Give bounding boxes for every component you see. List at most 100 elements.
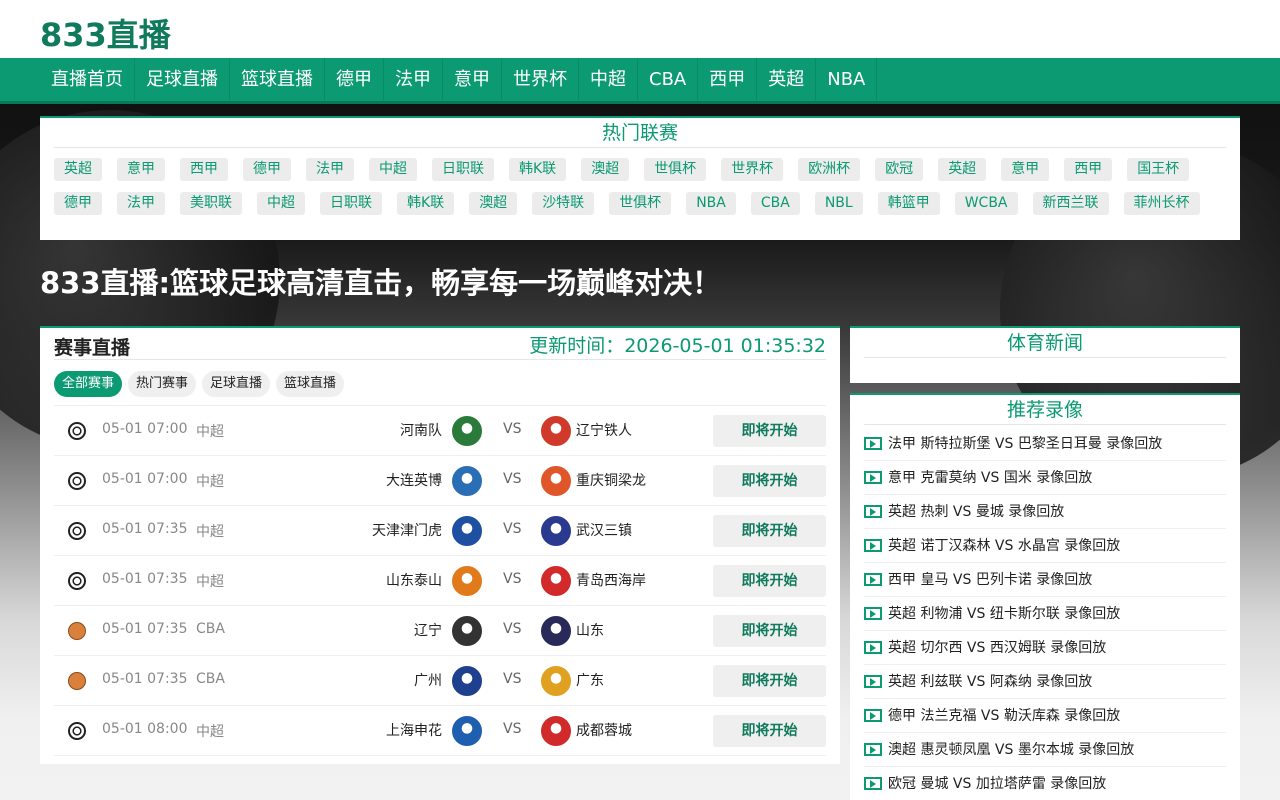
- away-team-logo-icon: [541, 516, 571, 546]
- recording-item[interactable]: 英超 利兹联 VS 阿森纳 录像回放: [864, 665, 1226, 699]
- league-tag[interactable]: 意甲: [1001, 158, 1050, 181]
- league-tag[interactable]: 日职联: [432, 158, 494, 181]
- league-tag[interactable]: 欧洲杯: [798, 158, 861, 181]
- league-tag[interactable]: 世俱杯: [609, 192, 672, 215]
- league-tag[interactable]: 中超: [369, 158, 417, 181]
- match-row[interactable]: 05-01 07:35 CBA 辽宁 VS 山东 即将开始: [54, 606, 826, 656]
- match-time: 05-01 08:00: [102, 721, 188, 737]
- league-tag[interactable]: 中超: [257, 192, 305, 215]
- match-league: CBA: [196, 671, 225, 687]
- recording-item[interactable]: 英超 热刺 VS 曼城 录像回放: [864, 495, 1226, 529]
- league-tag[interactable]: 世俱杯: [644, 158, 707, 181]
- away-team-name: 青岛西海岸: [576, 573, 646, 589]
- match-row[interactable]: 05-01 07:35 CBA 广州 VS 广东 即将开始: [54, 656, 826, 706]
- league-tag[interactable]: 欧冠: [875, 158, 924, 181]
- nav-item[interactable]: 足球直播: [135, 58, 230, 101]
- recording-item[interactable]: 英超 利物浦 VS 纽卡斯尔联 录像回放: [864, 597, 1226, 631]
- nav-item[interactable]: 德甲: [325, 58, 384, 101]
- league-tag[interactable]: 法甲: [306, 158, 354, 181]
- league-tag[interactable]: WCBA: [954, 192, 1018, 215]
- match-row[interactable]: 05-01 07:35 中超 天津津门虎 VS 武汉三镇 即将开始: [54, 506, 826, 556]
- hot-leagues-row: 德甲 法甲 美职联 中超 日职联 韩K联 澳超 沙特联 世俱杯 NBA CBA NBL 韩篮甲 WCBA 新…: [40, 192, 1240, 215]
- recording-item[interactable]: 英超 切尔西 VS 西汉姆联 录像回放: [864, 631, 1226, 665]
- nav-item[interactable]: 西甲: [698, 58, 758, 101]
- match-time: 05-01 07:35: [102, 621, 188, 637]
- hot-leagues-title: 热门联赛: [54, 118, 1226, 148]
- league-tag[interactable]: CBA: [750, 192, 800, 215]
- league-tag[interactable]: 韩K联: [509, 158, 567, 181]
- filter-tab[interactable]: 足球直播: [202, 371, 271, 397]
- filter-tab[interactable]: 篮球直播: [276, 371, 345, 397]
- recording-item[interactable]: 西甲 皇马 VS 巴列卡诺 录像回放: [864, 563, 1226, 597]
- league-tag[interactable]: NBA: [686, 192, 736, 215]
- league-tag[interactable]: 德甲: [54, 192, 102, 215]
- match-row[interactable]: 05-01 07:35 中超 山东泰山 VS 青岛西海岸 即将开始: [54, 556, 826, 606]
- away-team-logo-icon: [541, 616, 571, 646]
- recording-item[interactable]: 英超 诺丁汉森林 VS 水晶宫 录像回放: [864, 529, 1226, 563]
- league-tag[interactable]: 沙特联: [532, 192, 595, 215]
- match-status-button[interactable]: 即将开始: [713, 465, 826, 497]
- home-team-name: 河南队: [400, 423, 442, 439]
- league-tag[interactable]: 菲州长杯: [1123, 192, 1200, 215]
- recording-item[interactable]: 德甲 法兰克福 VS 勒沃库森 录像回放: [864, 699, 1226, 733]
- nav-item[interactable]: 英超: [757, 58, 817, 101]
- match-time: 05-01 07:00: [102, 471, 188, 487]
- league-tag[interactable]: 西甲: [180, 158, 228, 181]
- league-tag[interactable]: 西甲: [1064, 158, 1113, 181]
- nav-item[interactable]: NBA: [816, 58, 878, 101]
- recording-item[interactable]: 澳超 惠灵顿凤凰 VS 墨尔本城 录像回放: [864, 733, 1226, 767]
- filter-tab[interactable]: 热门赛事: [128, 371, 197, 397]
- match-row[interactable]: 05-01 07:00 中超 河南队 VS 辽宁铁人 即将开始: [54, 406, 826, 456]
- vs-label: VS: [503, 421, 522, 437]
- league-tag[interactable]: 韩篮甲: [877, 192, 940, 215]
- match-row[interactable]: 05-01 08:00 中超 上海申花 VS 成都蓉城 即将开始: [54, 706, 826, 756]
- match-league: 中超: [196, 724, 224, 740]
- recordings-list: 法甲 斯特拉斯堡 VS 巴黎圣日耳曼 录像回放 意甲 克雷莫纳 VS 国米 录像回…: [864, 427, 1226, 800]
- match-status-button[interactable]: 即将开始: [713, 565, 826, 597]
- recording-item[interactable]: 意甲 克雷莫纳 VS 国米 录像回放: [864, 461, 1226, 495]
- league-tag[interactable]: NBL: [814, 192, 863, 215]
- nav-item[interactable]: 法甲: [384, 58, 443, 101]
- match-status-button[interactable]: 即将开始: [713, 715, 826, 747]
- match-status-button[interactable]: 即将开始: [713, 415, 826, 447]
- match-status-button[interactable]: 即将开始: [713, 665, 826, 697]
- recording-label: 英超 利兹联 VS 阿森纳 录像回放: [888, 673, 1093, 690]
- league-tag[interactable]: 英超: [54, 158, 102, 181]
- live-matches-panel: 赛事直播 更新时间：2026-05-01 01:35:32 全部赛事 热门赛事 足球…: [40, 326, 840, 764]
- match-row[interactable]: 05-01 07:00 中超 大连英博 VS 重庆铜梁龙 即将开始: [54, 456, 826, 506]
- vs-label: VS: [503, 721, 522, 737]
- recording-label: 澳超 惠灵顿凤凰 VS 墨尔本城 录像回放: [888, 741, 1135, 758]
- league-tag[interactable]: 日职联: [320, 192, 382, 215]
- league-tag[interactable]: 国王杯: [1127, 158, 1190, 181]
- filter-tab[interactable]: 全部赛事: [54, 371, 123, 397]
- soccer-ball-icon: [68, 722, 86, 740]
- league-tag[interactable]: 澳超: [469, 192, 518, 215]
- nav-item[interactable]: 世界杯: [502, 58, 579, 101]
- league-tag[interactable]: 美职联: [180, 192, 242, 215]
- nav-item[interactable]: 中超: [579, 58, 638, 101]
- match-status-button[interactable]: 即将开始: [713, 615, 826, 647]
- site-logo[interactable]: 833直播: [40, 10, 171, 56]
- nav-item[interactable]: 意甲: [443, 58, 502, 101]
- sports-news-title: 体育新闻: [864, 328, 1226, 358]
- league-tag[interactable]: 世界杯: [721, 158, 784, 181]
- recording-item[interactable]: 欧冠 曼城 VS 加拉塔萨雷 录像回放: [864, 767, 1226, 800]
- home-team-logo-icon: [452, 616, 482, 646]
- recording-item[interactable]: 法甲 斯特拉斯堡 VS 巴黎圣日耳曼 录像回放: [864, 427, 1226, 461]
- nav-item[interactable]: 篮球直播: [230, 58, 325, 101]
- league-tag[interactable]: 澳超: [581, 158, 630, 181]
- match-status-button[interactable]: 即将开始: [713, 515, 826, 547]
- nav-item[interactable]: 直播首页: [40, 58, 135, 101]
- sports-news-panel: 体育新闻: [850, 326, 1240, 383]
- away-team-name: 成都蓉城: [576, 723, 632, 739]
- video-icon: [864, 709, 882, 722]
- nav-item[interactable]: CBA: [638, 58, 699, 101]
- league-tag[interactable]: 英超: [938, 158, 987, 181]
- league-tag[interactable]: 新西兰联: [1032, 192, 1109, 215]
- league-tag[interactable]: 韩K联: [397, 192, 455, 215]
- league-tag[interactable]: 德甲: [243, 158, 291, 181]
- league-tag[interactable]: 法甲: [117, 192, 165, 215]
- home-team-name: 山东泰山: [386, 573, 442, 589]
- home-team-logo-icon: [452, 416, 482, 446]
- league-tag[interactable]: 意甲: [117, 158, 165, 181]
